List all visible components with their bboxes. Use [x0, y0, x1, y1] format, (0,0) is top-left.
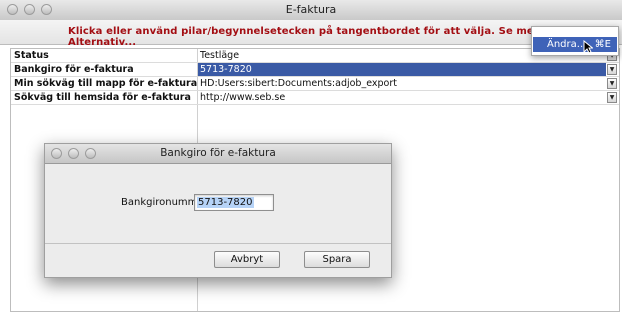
bankgiro-dialog: Bankgiro för e-faktura Bankgironummer 57… [44, 143, 392, 278]
row-value: Testläge [200, 50, 240, 61]
table-row[interactable]: Min sökväg till mapp för e-faktura HD:Us… [11, 77, 619, 91]
row-value: 5713-7820 [200, 64, 252, 75]
chevron-down-icon[interactable]: ▼ [607, 64, 617, 75]
dialog-title: Bankgiro för e-faktura [160, 147, 276, 159]
mouse-pointer-icon [583, 40, 593, 54]
row-key: Bankgiro för e-faktura [14, 64, 134, 75]
chevron-down-icon[interactable]: ▼ [607, 92, 617, 103]
bankgiro-input-value: 5713-7820 [197, 197, 254, 208]
row-key: Sökväg till hemsida för e-faktura [14, 92, 191, 103]
window-title: E-faktura [285, 3, 337, 16]
table-row[interactable]: Status Testläge ▼ [11, 49, 619, 63]
dialog-titlebar: Bankgiro för e-faktura [45, 144, 391, 164]
menu-item-edit[interactable]: Ändra... ⌘E [533, 37, 617, 52]
window-titlebar: E-faktura [0, 0, 622, 21]
chevron-down-icon[interactable]: ▼ [607, 78, 617, 89]
row-key: Min sökväg till mapp för e-faktura [14, 78, 198, 89]
row-value: HD:Users:sibert:Documents:adjob_export [200, 78, 397, 89]
save-button[interactable]: Spara [304, 251, 370, 268]
menu-item-label: Ändra... [547, 39, 587, 50]
bankgiro-input[interactable]: 5713-7820 [194, 194, 274, 211]
dialog-divider [45, 243, 391, 244]
menu-item-shortcut: ⌘E [594, 39, 611, 50]
main-window: E-faktura Klicka eller använd pilar/begy… [0, 0, 622, 315]
table-row-selected[interactable]: Bankgiro för e-faktura 5713-7820 ▼ [11, 63, 619, 77]
row-value: http://www.seb.se [200, 92, 286, 103]
table-row[interactable]: Sökväg till hemsida för e-faktura http:/… [11, 91, 619, 105]
cancel-button[interactable]: Avbryt [214, 251, 280, 268]
row-key: Status [14, 50, 49, 61]
selected-value-cell[interactable]: 5713-7820 [198, 63, 606, 76]
instruction-bar: Klicka eller använd pilar/begynnelseteck… [0, 20, 622, 48]
context-menu: Ändra... ⌘E [531, 26, 619, 56]
